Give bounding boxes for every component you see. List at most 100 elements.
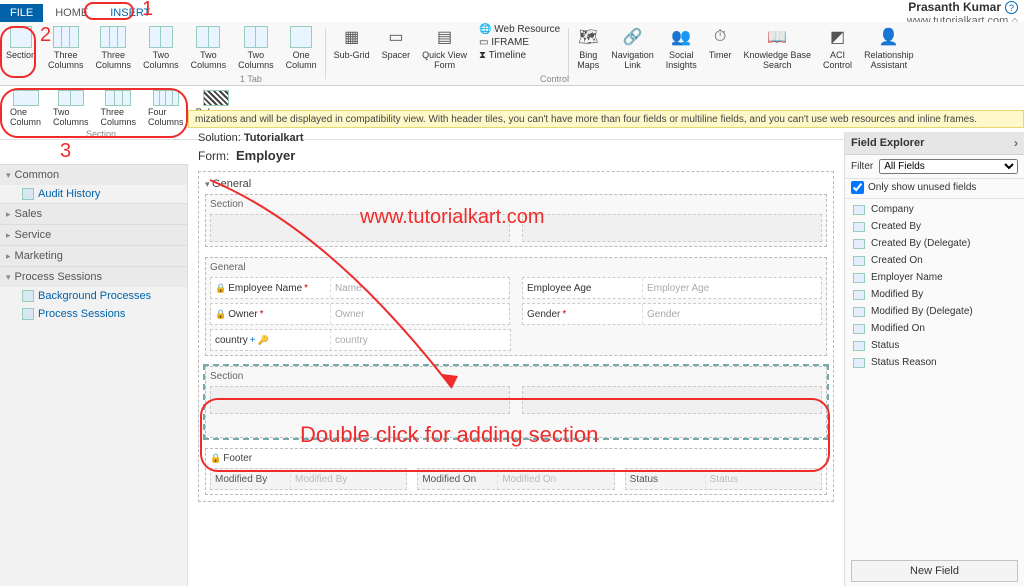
field-item[interactable]: Created By	[845, 218, 1024, 235]
nav-group-sales[interactable]: Sales	[0, 203, 187, 224]
field-item[interactable]: Modified By (Delegate)	[845, 303, 1024, 320]
quickview-icon: ▤	[434, 26, 456, 48]
field-item[interactable]: Company	[845, 201, 1024, 218]
lock-icon: 🔒	[215, 309, 226, 320]
ribbon-group-control: Control	[540, 74, 569, 84]
ribbon-aci[interactable]: ◩ACI Control	[817, 22, 858, 85]
filter-select[interactable]: All Fields	[879, 159, 1018, 174]
book-icon: 📖	[766, 26, 788, 48]
tab-file[interactable]: FILE	[0, 4, 43, 22]
link-icon: 🔗	[622, 26, 644, 48]
section-two-columns[interactable]: Two Columns	[47, 88, 95, 129]
field-icon	[853, 222, 865, 232]
timer-icon: ⏱	[709, 26, 731, 48]
field-icon	[853, 256, 865, 266]
footer-modified-on[interactable]: Modified OnModified On	[417, 468, 614, 490]
field-icon	[853, 205, 865, 215]
ribbon-one-column[interactable]: One Column	[280, 22, 323, 85]
ribbon-two-columns-a[interactable]: Two Columns	[137, 22, 185, 85]
form-tab-general[interactable]: General	[205, 178, 827, 190]
nav-group-marketing[interactable]: Marketing	[0, 245, 187, 266]
ribbon-section[interactable]: Section	[0, 22, 42, 85]
field-item[interactable]: Created On	[845, 252, 1024, 269]
section-general[interactable]: General 🔒Employee Name*Name Employee Age…	[205, 257, 827, 356]
field-owner[interactable]: 🔒Owner*Owner	[210, 303, 510, 325]
nav-item-process-sessions[interactable]: Process Sessions	[0, 305, 187, 323]
spacer-icon: ▭	[385, 26, 407, 48]
field-item[interactable]: Status Reason	[845, 354, 1024, 371]
ribbon-timeline[interactable]: ⧗ Timeline	[479, 50, 560, 61]
section-title: Section	[210, 371, 822, 382]
ribbon-two-columns-b[interactable]: Two Columns	[185, 22, 233, 85]
ribbon-three-columns-a[interactable]: Three Columns	[42, 22, 90, 85]
section-group-label: Section	[86, 129, 116, 139]
field-list: CompanyCreated ByCreated By (Delegate)Cr…	[845, 199, 1024, 373]
lock-icon: 🔒	[215, 283, 226, 294]
nav-group-service[interactable]: Service	[0, 224, 187, 245]
field-item[interactable]: Modified By	[845, 286, 1024, 303]
key-icon: 🔑	[258, 335, 269, 346]
nav-item-background-processes[interactable]: Background Processes	[0, 287, 187, 305]
assistant-icon: 👤	[878, 26, 900, 48]
form-footer[interactable]: 🔒Footer Modified ByModified By Modified …	[205, 448, 827, 495]
form-designer: Solution: Tutorialkart Form: Employer Ge…	[194, 132, 838, 586]
section-new[interactable]: Section	[205, 366, 827, 438]
help-icon[interactable]: ?	[1005, 1, 1018, 14]
new-field-button[interactable]: New Field	[851, 560, 1018, 582]
field-icon	[853, 290, 865, 300]
field-explorer: Field Explorer› Filter All Fields Only s…	[844, 132, 1024, 586]
tab-insert[interactable]: INSERT	[100, 4, 160, 22]
map-icon: 🗺	[577, 26, 599, 48]
list-icon	[22, 308, 34, 320]
ribbon-timer[interactable]: ⏱Timer	[703, 22, 738, 85]
footer-status[interactable]: StatusStatus	[625, 468, 822, 490]
footer-title: 🔒Footer	[210, 453, 822, 464]
control-icon: ◩	[827, 26, 849, 48]
ribbon: Section Three Columns Three Columns Two …	[0, 22, 1024, 86]
filter-label: Filter	[851, 161, 873, 172]
section-title: General	[210, 262, 822, 273]
warning-bar: mizations and will be displayed in compa…	[188, 110, 1024, 128]
section-empty-top[interactable]: Section	[205, 194, 827, 247]
field-country[interactable]: country+🔑country	[210, 329, 511, 351]
field-icon	[853, 307, 865, 317]
ribbon-subgrid[interactable]: ▦Sub-Grid	[328, 22, 376, 85]
section-four-columns[interactable]: Four Columns	[142, 88, 190, 129]
section-title: Section	[210, 199, 822, 210]
field-icon	[853, 239, 865, 249]
field-item[interactable]: Modified On	[845, 320, 1024, 337]
footer-modified-by[interactable]: Modified ByModified By	[210, 468, 407, 490]
field-item[interactable]: Status	[845, 337, 1024, 354]
tab-home[interactable]: HOME	[45, 4, 98, 22]
ribbon-spacer[interactable]: ▭Spacer	[376, 22, 417, 85]
field-employee-age[interactable]: Employee AgeEmployer Age	[522, 277, 822, 299]
ribbon-relassist[interactable]: 👤Relationship Assistant	[858, 22, 920, 85]
ribbon-navlink[interactable]: 🔗Navigation Link	[605, 22, 660, 85]
ribbon-social[interactable]: 👥Social Insights	[660, 22, 703, 85]
section-one-column[interactable]: One Column	[4, 88, 47, 129]
ribbon-iframe[interactable]: ▭ IFRAME	[479, 37, 560, 48]
nav-group-process-sessions[interactable]: Process Sessions	[0, 266, 187, 287]
nav-group-common[interactable]: Common	[0, 164, 187, 185]
ribbon-group-1tab: 1 Tab	[240, 74, 262, 84]
ribbon-bing[interactable]: 🗺Bing Maps	[571, 22, 605, 85]
field-icon	[853, 358, 865, 368]
ribbon-webresource[interactable]: 🌐 Web Resource	[479, 24, 560, 35]
field-explorer-header[interactable]: Field Explorer›	[845, 132, 1024, 155]
nav-item-audit-history[interactable]: Audit History	[0, 185, 187, 203]
only-unused-checkbox[interactable]	[851, 181, 864, 194]
field-icon	[853, 341, 865, 351]
lock-icon: 🔒	[210, 453, 221, 463]
field-employee-name[interactable]: 🔒Employee Name*Name	[210, 277, 510, 299]
list-icon	[22, 188, 34, 200]
form-canvas[interactable]: General Section General 🔒Employee Name*N…	[198, 171, 834, 502]
section-three-columns[interactable]: Three Columns	[95, 88, 143, 129]
field-item[interactable]: Employer Name	[845, 269, 1024, 286]
ribbon-three-columns-b[interactable]: Three Columns	[90, 22, 138, 85]
ribbon-quickview[interactable]: ▤Quick View Form	[416, 22, 473, 85]
field-gender[interactable]: Gender*Gender	[522, 303, 822, 325]
chevron-right-icon: ›	[1014, 136, 1018, 150]
form-header: Form: Employer	[198, 148, 834, 163]
ribbon-kbsearch[interactable]: 📖Knowledge Base Search	[737, 22, 817, 85]
field-item[interactable]: Created By (Delegate)	[845, 235, 1024, 252]
